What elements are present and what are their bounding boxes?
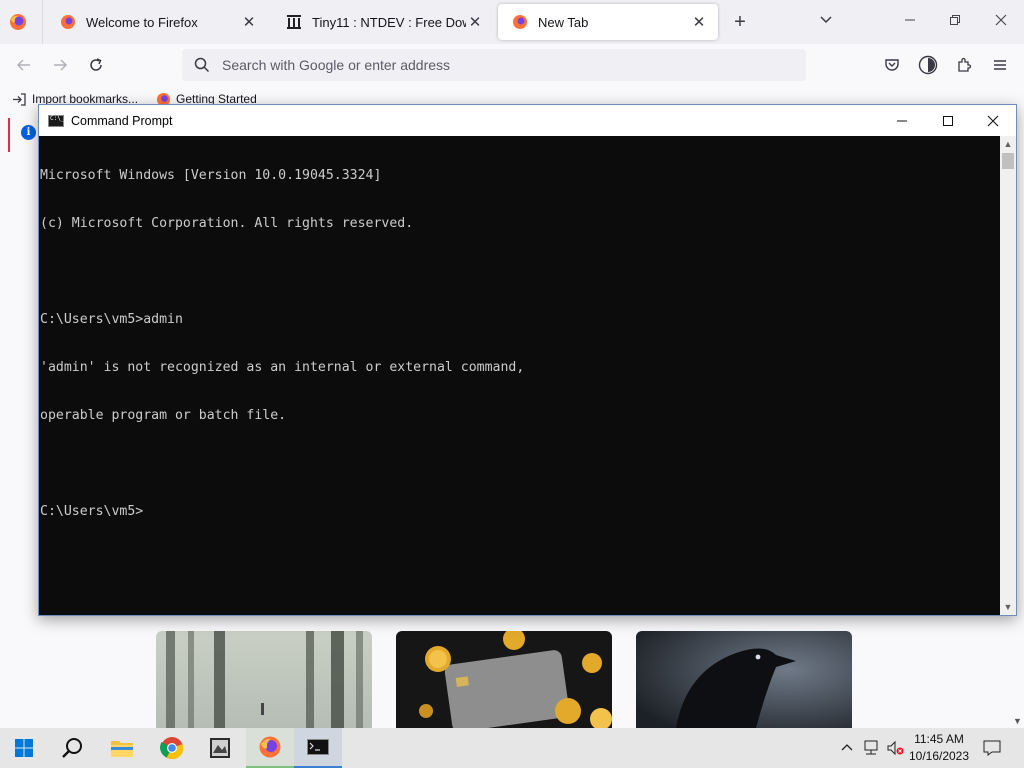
hamburger-menu-icon [994,60,1006,70]
url-bar[interactable] [182,49,806,81]
start-button[interactable] [0,728,48,768]
firefox-icon [513,15,527,29]
pocket-icon [885,59,899,71]
show-hidden-icons-button[interactable] [838,728,856,768]
app-icon [210,738,230,758]
cmd-window-title: Command Prompt [71,113,173,128]
command-prompt-window[interactable]: Command Prompt Microsoft Windows [Versio… [38,104,1017,616]
puzzle-icon [958,57,972,72]
action-center-button[interactable] [980,728,1004,768]
taskbar-app[interactable] [196,728,244,768]
scroll-down-arrow-icon[interactable]: ▼ [1013,716,1022,726]
account-icon [918,55,938,75]
close-icon [995,14,1007,26]
info-icon[interactable]: i [21,125,36,140]
raven-image [636,631,852,728]
minimize-icon [897,120,907,121]
restore-icon [950,15,960,25]
tab-tiny11[interactable]: Tiny11 : NTDEV : Free Download, Borrow, … [272,4,494,40]
forward-arrow-icon [54,59,68,71]
console-line: C:\Users\vm5>admin [40,312,183,327]
tab-strip: Welcome to Firefox ✕ Tiny11 : NTDEV : Fr… [0,0,1024,44]
cmd-scrollbar[interactable]: ▲ ▼ [1000,136,1016,615]
story-card-image-raven[interactable] [636,631,852,728]
reload-button[interactable] [83,52,109,78]
minimize-icon [905,19,915,21]
archive-org-icon [287,15,301,29]
taskbar-search-button[interactable] [48,728,96,768]
back-button[interactable] [11,52,37,78]
taskbar-firefox[interactable] [246,728,294,768]
search-icon [62,738,82,758]
taskbar-chrome[interactable] [148,728,196,768]
notifications-icon [983,740,1001,756]
close-window-button[interactable] [987,8,1015,36]
tab-label: New Tab [538,14,589,30]
firefox-view-button[interactable] [8,12,28,32]
clock-date: 10/16/2023 [908,749,970,763]
scroll-up-arrow-icon[interactable]: ▲ [1000,136,1016,152]
cmd-maximize-button[interactable] [925,105,971,136]
credit-card-coins-image [396,631,612,728]
scrollbar-thumb[interactable] [1002,153,1014,169]
tab-label: Welcome to Firefox [86,14,198,30]
back-arrow-icon [16,59,30,71]
console-line: 'admin' is not recognized as an internal… [40,360,525,375]
list-all-tabs-button[interactable] [812,8,840,36]
menu-button[interactable] [987,52,1013,78]
firefox-icon [61,15,75,29]
url-input[interactable] [222,57,782,73]
windows-logo-icon [15,739,33,757]
tab-label: Tiny11 : NTDEV : Free Download, Borrow, … [312,14,466,30]
close-icon [987,115,999,126]
network-icon [864,740,878,755]
taskbar-clock[interactable]: 11:45 AM 10/16/2023 [902,731,976,765]
cmd-icon [307,739,329,755]
cmd-close-button[interactable] [970,105,1016,136]
pocket-button[interactable] [879,52,905,78]
windows-taskbar: 11:45 AM 10/16/2023 [0,728,1024,768]
network-tray-button[interactable] [860,728,882,768]
restore-button[interactable] [941,8,969,36]
story-card-image-coins[interactable] [396,631,612,728]
firefox-icon [259,736,281,758]
maximize-icon [943,115,953,126]
forward-button[interactable] [47,52,73,78]
forest-image [156,631,372,728]
import-icon [13,92,26,106]
chevron-up-icon [841,744,853,751]
chevron-down-icon [820,16,832,24]
taskbar-file-explorer[interactable] [98,728,146,768]
tab-welcome-firefox[interactable]: Welcome to Firefox ✕ [46,4,268,40]
clock-time: 11:45 AM [914,732,964,746]
close-tab-icon[interactable]: ✕ [690,13,708,31]
tab-new-tab[interactable]: New Tab ✕ [498,4,718,40]
cmd-console-output[interactable]: Microsoft Windows [Version 10.0.19045.33… [39,136,1000,615]
minimize-button[interactable] [896,8,924,36]
search-icon [182,57,222,73]
close-tab-icon[interactable]: ✕ [466,13,484,31]
console-line: (c) Microsoft Corporation. All rights re… [40,216,414,231]
console-line: operable program or batch file. [40,408,287,423]
scroll-down-arrow-icon[interactable]: ▼ [1000,599,1016,615]
new-tab-button[interactable]: + [726,8,754,36]
console-line: Microsoft Windows [Version 10.0.19045.33… [40,168,382,183]
cmd-minimize-button[interactable] [879,105,925,136]
cmd-icon [48,114,64,127]
firefox-icon [10,14,26,30]
console-prompt-line[interactable]: C:\Users\vm5> [40,504,1000,520]
close-tab-icon[interactable]: ✕ [240,13,258,31]
tab-separator [42,0,43,44]
story-card-image-forest[interactable] [156,631,372,728]
folder-icon [111,741,133,757]
account-button[interactable] [915,52,941,78]
chrome-icon [160,737,184,760]
cmd-title-bar[interactable]: Command Prompt [39,105,1016,136]
taskbar-command-prompt[interactable] [294,728,342,768]
extensions-button[interactable] [951,52,977,78]
reload-icon [90,58,102,71]
